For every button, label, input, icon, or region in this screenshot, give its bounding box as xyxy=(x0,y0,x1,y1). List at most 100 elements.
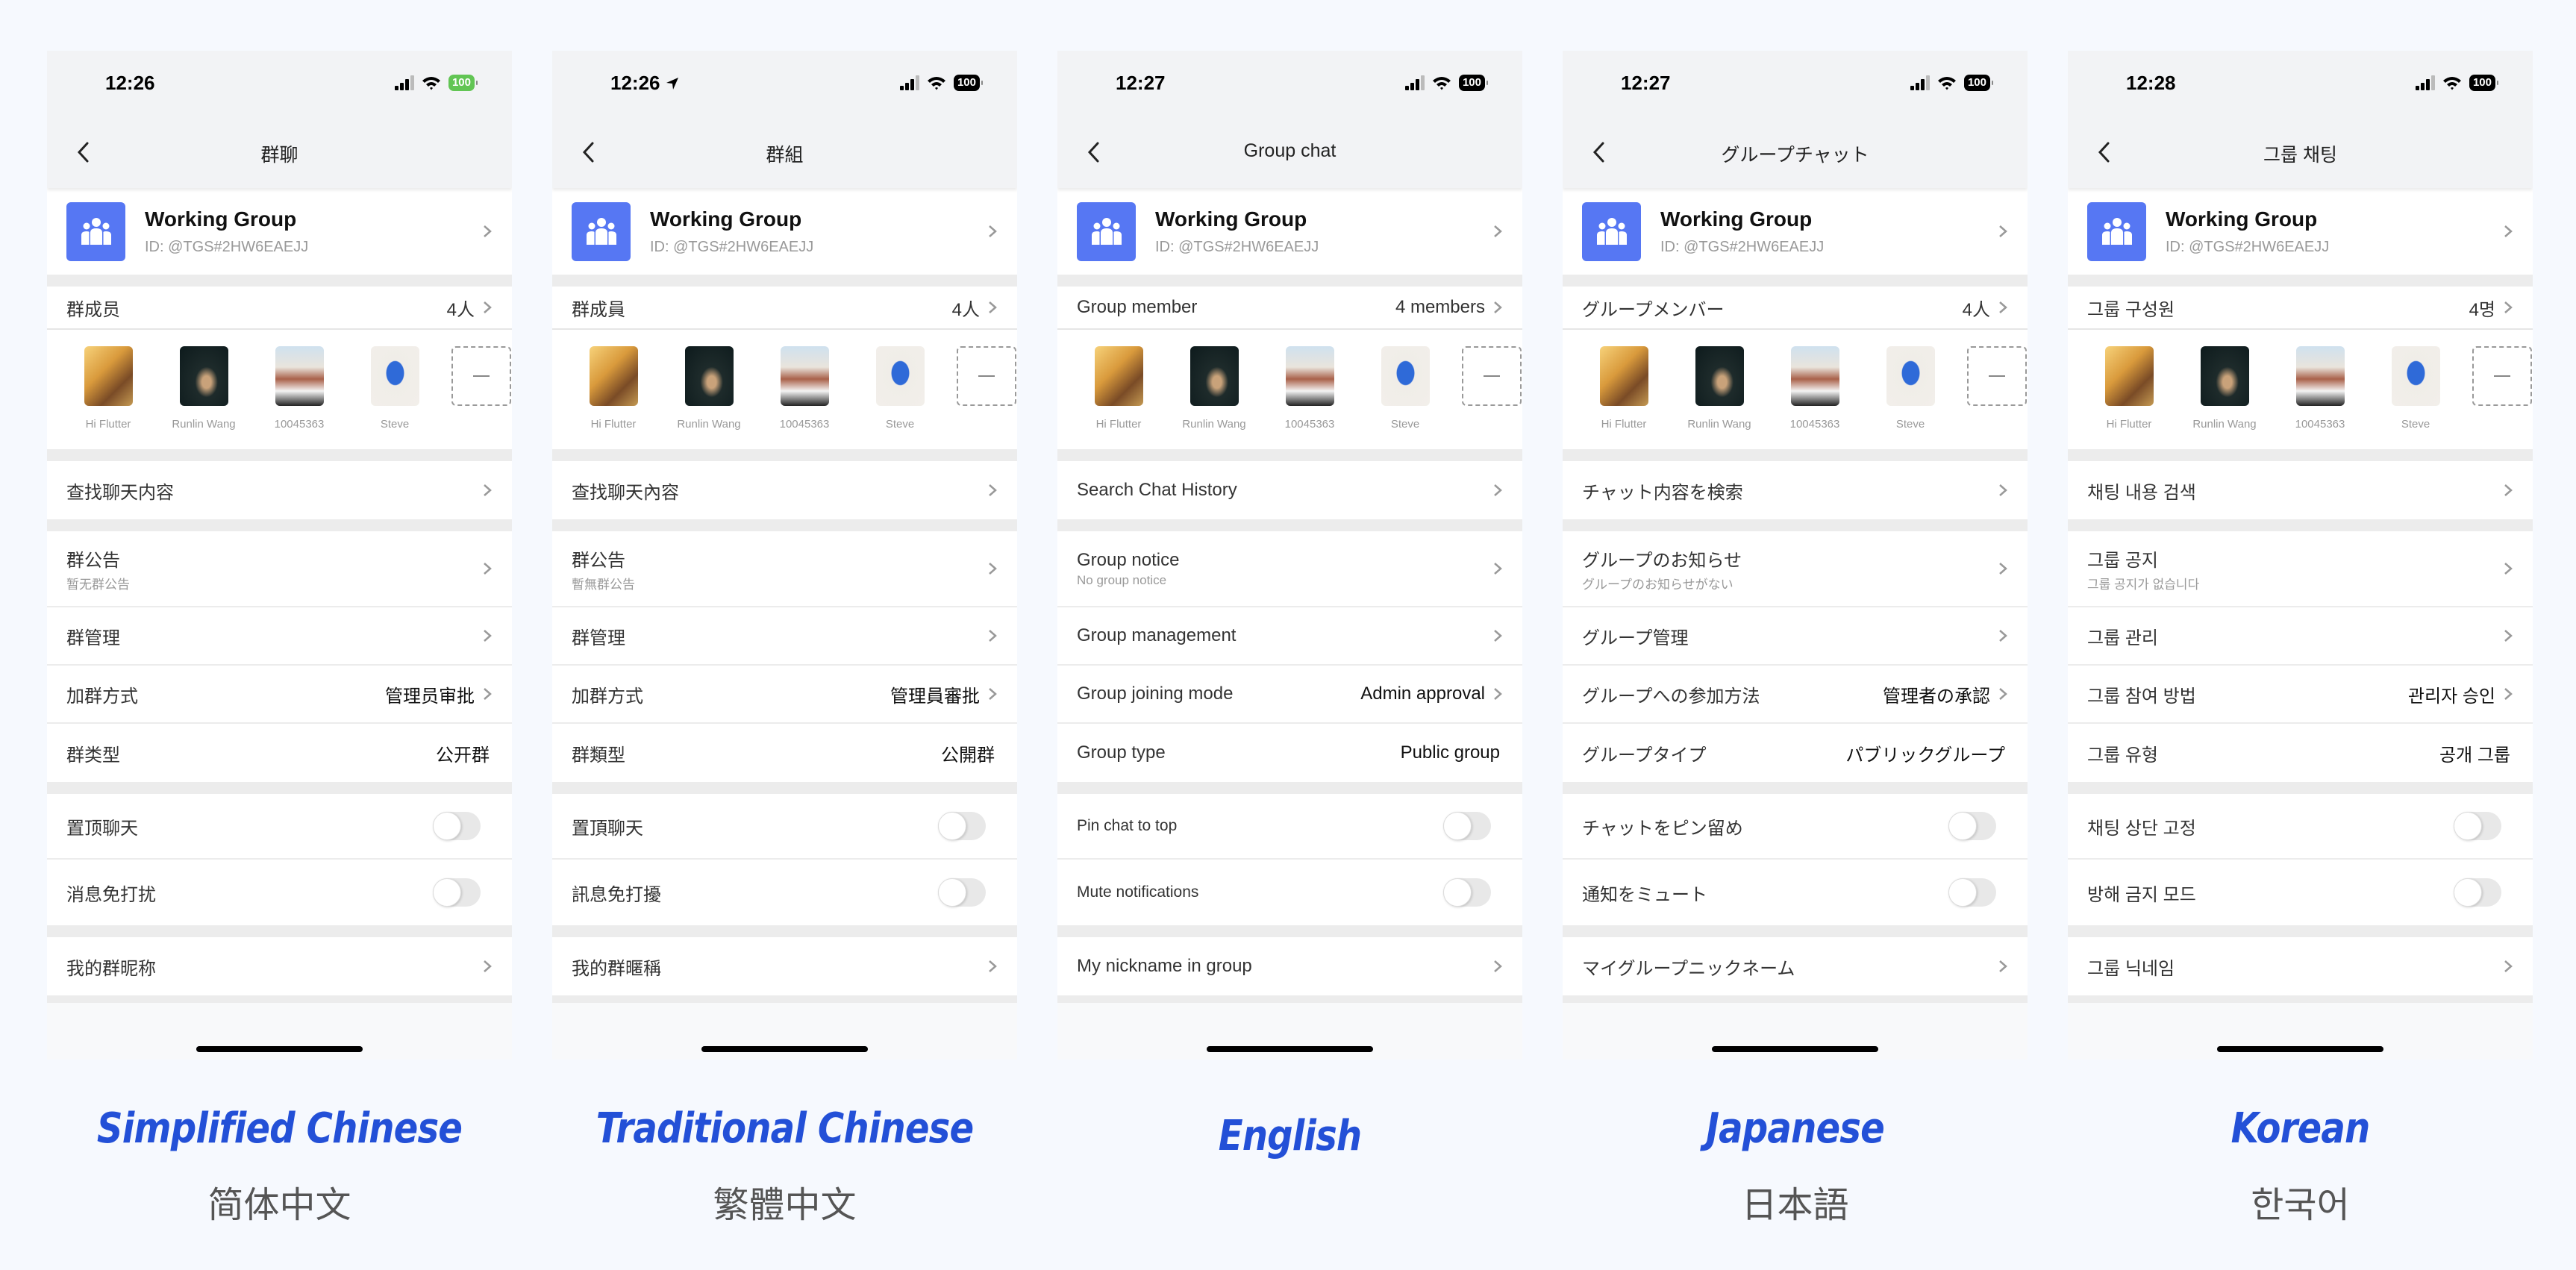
group-notice-row[interactable]: 群公告 暂无群公告 xyxy=(47,531,512,607)
my-nickname-row[interactable]: 我的群昵称 xyxy=(47,937,512,995)
group-profile-row[interactable]: Working Group ID: @TGS#2HW6EAEJJ xyxy=(1563,188,2028,275)
my-nickname-row[interactable]: 我的群暱稱 xyxy=(552,937,1017,995)
group-info-section[interactable]: Working Group ID: @TGS#2HW6EAEJJ xyxy=(47,188,512,275)
member-item[interactable]: Hi Flutter xyxy=(1080,346,1157,449)
group-people-icon xyxy=(1091,218,1122,245)
battery-icon: 100 xyxy=(953,75,984,91)
group-management-label: 그룹 관리 xyxy=(2087,628,2158,648)
nickname-section: 그룹 닉네임 xyxy=(2068,937,2533,995)
member-item[interactable]: Steve xyxy=(2377,346,2454,449)
member-item[interactable]: Steve xyxy=(861,346,939,449)
remove-member-button[interactable] xyxy=(451,346,511,406)
search-chat-history-row[interactable]: チャット内容を検索 xyxy=(1563,461,2028,519)
member-item[interactable]: Steve xyxy=(1366,346,1444,449)
wifi-icon xyxy=(927,77,945,90)
pin-chat-toggle[interactable] xyxy=(1948,812,1996,840)
status-icons: 100 xyxy=(1910,75,1994,91)
group-info-section[interactable]: Working Group ID: @TGS#2HW6EAEJJ xyxy=(1563,188,2028,275)
group-notice-row[interactable]: グループのお知らせ グループのお知らせがない xyxy=(1563,531,2028,607)
group-profile-row[interactable]: Working Group ID: @TGS#2HW6EAEJJ xyxy=(2068,188,2533,275)
home-indicator[interactable] xyxy=(701,1046,868,1052)
member-item[interactable]: 10045363 xyxy=(1271,346,1348,449)
join-mode-label: グループへの参加方法 xyxy=(1582,686,1760,707)
home-indicator[interactable] xyxy=(2217,1046,2383,1052)
remove-member-button[interactable] xyxy=(2472,346,2532,406)
page-title: 群組 xyxy=(766,145,804,166)
join-mode-row[interactable]: Group joining mode Admin approval xyxy=(1057,666,1522,724)
member-name: 10045363 xyxy=(1789,418,1840,431)
pin-chat-toggle[interactable] xyxy=(938,812,986,840)
wifi-icon xyxy=(422,77,440,90)
member-item[interactable]: Runlin Wang xyxy=(1175,346,1253,449)
remove-member-button[interactable] xyxy=(1462,346,1522,406)
search-chat-history-row[interactable]: Search Chat History xyxy=(1057,461,1522,519)
pin-chat-toggle[interactable] xyxy=(433,812,481,840)
group-type-value: Public group xyxy=(1400,742,1500,763)
member-item[interactable]: Steve xyxy=(1872,346,1949,449)
pin-chat-toggle[interactable] xyxy=(1443,812,1491,840)
join-mode-row[interactable]: 그룹 참여 방법 관리자 승인 xyxy=(2068,666,2533,724)
my-nickname-row[interactable]: マイグループニックネーム xyxy=(1563,937,2028,995)
group-info-section[interactable]: Working Group ID: @TGS#2HW6EAEJJ xyxy=(1057,188,1522,275)
search-chat-history-row[interactable]: 查找聊天内容 xyxy=(47,461,512,519)
group-members-row[interactable]: 群成员 4人 xyxy=(47,287,512,330)
search-chat-history-row[interactable]: 채팅 내용 검색 xyxy=(2068,461,2533,519)
mute-notifications-label: 通知をミュート xyxy=(1582,884,1707,905)
home-indicator[interactable] xyxy=(1207,1046,1373,1052)
join-mode-row[interactable]: 加群方式 管理員審批 xyxy=(552,666,1017,724)
toggles-section: チャットをピン留め 通知をミュート xyxy=(1563,794,2028,925)
group-profile-row[interactable]: Working Group ID: @TGS#2HW6EAEJJ xyxy=(552,188,1017,275)
member-avatar xyxy=(1094,346,1143,406)
member-item[interactable]: Hi Flutter xyxy=(575,346,652,449)
group-management-row[interactable]: グループ管理 xyxy=(1563,607,2028,666)
chevron-right-icon xyxy=(1999,960,2007,972)
my-nickname-row[interactable]: My nickname in group xyxy=(1057,937,1522,995)
my-nickname-row[interactable]: 그룹 닉네임 xyxy=(2068,937,2533,995)
group-people-icon xyxy=(2101,218,2132,245)
group-profile-row[interactable]: Working Group ID: @TGS#2HW6EAEJJ xyxy=(1057,188,1522,275)
group-info-section[interactable]: Working Group ID: @TGS#2HW6EAEJJ xyxy=(552,188,1017,275)
chevron-right-icon xyxy=(1494,630,1502,642)
home-indicator[interactable] xyxy=(196,1046,363,1052)
group-profile-row[interactable]: Working Group ID: @TGS#2HW6EAEJJ xyxy=(47,188,512,275)
group-members-row[interactable]: Group member 4 members xyxy=(1057,287,1522,330)
mute-notifications-toggle[interactable] xyxy=(433,878,481,907)
mute-notifications-toggle[interactable] xyxy=(2454,878,2501,907)
join-mode-row[interactable]: グループへの参加方法 管理者の承認 xyxy=(1563,666,2028,724)
member-item[interactable]: Hi Flutter xyxy=(69,346,147,449)
group-notice-row[interactable]: 群公告 暫無群公告 xyxy=(552,531,1017,607)
member-item[interactable]: Runlin Wang xyxy=(1681,346,1758,449)
group-management-row[interactable]: 그룹 관리 xyxy=(2068,607,2533,666)
group-management-row[interactable]: Group management xyxy=(1057,607,1522,666)
group-notice-row[interactable]: 그룹 공지 그룹 공지가 없습니다 xyxy=(2068,531,2533,607)
member-item[interactable]: 10045363 xyxy=(2281,346,2359,449)
language-name-native: 繁體中文 xyxy=(713,1184,857,1226)
join-mode-row[interactable]: 加群方式 管理员审批 xyxy=(47,666,512,724)
search-chat-history-row[interactable]: 查找聊天內容 xyxy=(552,461,1017,519)
group-management-row[interactable]: 群管理 xyxy=(552,607,1017,666)
member-item[interactable]: Hi Flutter xyxy=(1585,346,1663,449)
pin-chat-label: チャットをピン留め xyxy=(1582,818,1743,839)
pin-chat-toggle[interactable] xyxy=(2454,812,2501,840)
member-name: Runlin Wang xyxy=(1182,418,1246,431)
group-members-row[interactable]: 群成員 4人 xyxy=(552,287,1017,330)
member-item[interactable]: Runlin Wang xyxy=(670,346,748,449)
member-item[interactable]: Runlin Wang xyxy=(165,346,243,449)
member-item[interactable]: Hi Flutter xyxy=(2090,346,2168,449)
group-management-row[interactable]: 群管理 xyxy=(47,607,512,666)
member-item[interactable]: 10045363 xyxy=(766,346,843,449)
mute-notifications-toggle[interactable] xyxy=(1948,878,1996,907)
member-item[interactable]: 10045363 xyxy=(1776,346,1854,449)
group-notice-row[interactable]: Group notice No group notice xyxy=(1057,531,1522,607)
member-item[interactable]: Steve xyxy=(356,346,434,449)
group-members-row[interactable]: グループメンバー 4人 xyxy=(1563,287,2028,330)
remove-member-button[interactable] xyxy=(1967,346,2027,406)
remove-member-button[interactable] xyxy=(957,346,1016,406)
group-info-section[interactable]: Working Group ID: @TGS#2HW6EAEJJ xyxy=(2068,188,2533,275)
group-members-row[interactable]: 그룹 구성원 4명 xyxy=(2068,287,2533,330)
member-item[interactable]: Runlin Wang xyxy=(2186,346,2263,449)
home-indicator[interactable] xyxy=(1712,1046,1878,1052)
mute-notifications-toggle[interactable] xyxy=(1443,878,1491,907)
mute-notifications-toggle[interactable] xyxy=(938,878,986,907)
member-item[interactable]: 10045363 xyxy=(260,346,338,449)
